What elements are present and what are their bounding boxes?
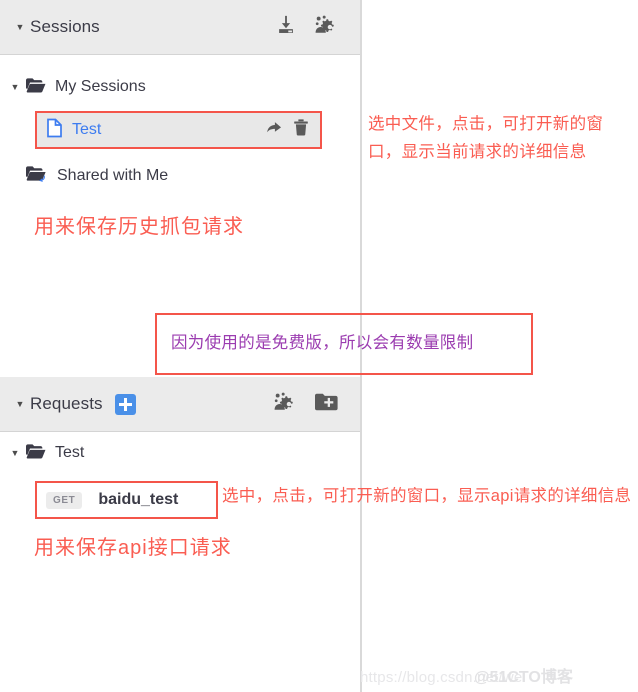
session-item-actions	[265, 119, 309, 141]
requests-test-caret-icon[interactable]: ▼	[4, 448, 26, 458]
requests-title: Requests	[30, 394, 103, 413]
requests-section-header[interactable]: ▼ Requests	[0, 377, 360, 432]
tree-row-shared-with-me[interactable]: Shared with Me	[0, 159, 360, 193]
request-item-baidu-test[interactable]: GET baidu_test	[35, 481, 218, 519]
file-icon	[46, 118, 63, 143]
sessions-collapse-caret-icon[interactable]: ▼	[10, 22, 30, 32]
tree-row-my-sessions[interactable]: ▼ My Sessions	[0, 70, 360, 104]
manage-requests-icon[interactable]	[273, 391, 297, 418]
my-sessions-caret-icon[interactable]: ▼	[4, 82, 26, 92]
delete-icon[interactable]	[293, 119, 309, 141]
request-item-label: baidu_test	[98, 491, 179, 508]
sessions-header-actions	[275, 14, 338, 41]
requests-header-actions	[273, 391, 338, 418]
request-method-badge: GET	[46, 491, 83, 509]
annotation-session-detail: 选中文件，点击，可打开新的窗口，显示当前请求的详细信息	[368, 115, 604, 161]
session-item-test[interactable]: Test	[35, 111, 322, 149]
manage-sessions-icon[interactable]	[314, 14, 338, 41]
tree-row-requests-test-folder[interactable]: ▼ Test	[0, 436, 360, 470]
requests-collapse-caret-icon[interactable]: ▼	[10, 399, 30, 409]
folder-open-icon	[26, 443, 46, 464]
requests-folder-label: Test	[55, 444, 85, 461]
shared-with-me-label: Shared with Me	[57, 167, 169, 184]
annotation-api-detail: 选中，点击，可打开新的窗口，显示api请求的详细信息	[222, 487, 632, 505]
share-icon[interactable]	[265, 120, 282, 141]
annotation-free-version-box: 因为使用的是免费版，所以会有数量限制	[155, 313, 533, 375]
sessions-title: Sessions	[30, 17, 100, 36]
annotation-sessions-description: 用来保存历史抓包请求	[34, 216, 244, 238]
annotation-free-version-text: 因为使用的是免费版，所以会有数量限制	[171, 334, 474, 353]
import-sessions-icon[interactable]	[275, 14, 297, 41]
my-sessions-label: My Sessions	[55, 78, 146, 95]
folder-shared-icon	[26, 165, 48, 188]
new-folder-icon[interactable]	[314, 392, 338, 417]
folder-open-icon	[26, 77, 46, 98]
sessions-section-header[interactable]: ▼ Sessions	[0, 0, 360, 55]
annotation-requests-description: 用来保存api接口请求	[34, 537, 232, 559]
add-request-button[interactable]	[114, 393, 136, 415]
session-item-label: Test	[72, 121, 102, 138]
